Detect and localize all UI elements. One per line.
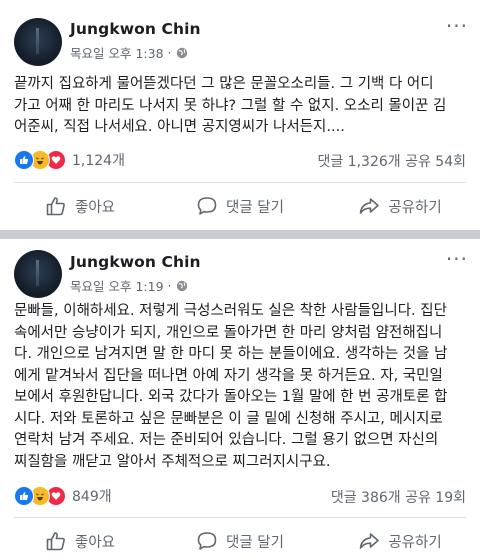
like-label: 좋아요 (74, 534, 116, 551)
post-text-line: 어준씨, 직접 나서세요. 아니면 공지영씨가 나서든지.... (14, 119, 345, 135)
like-reaction-icon (14, 150, 34, 170)
post-text: 끝까지 집요하게 물어뜯겠다던 그 많은 문꼴오소리들. 그 기백 다 어디 가… (14, 74, 468, 139)
comment-button[interactable]: 댓글 달기 (160, 527, 320, 555)
reactions-summary[interactable]: 849개 (14, 486, 112, 506)
like-button[interactable]: 좋아요 (0, 192, 160, 220)
like-reaction-icon (14, 486, 34, 506)
post-timestamp[interactable]: 목요일 오후 1:38 (70, 43, 164, 62)
post-text-line: 시다. 저와 토론하고 싶은 문빠분은 이 글 밑에 신청해 주시고, 메시지로 (14, 410, 443, 427)
post-text-line: 끝까지 집요하게 물어뜯겠다던 그 많은 문꼴오소리들. 그 기백 다 어디 (14, 76, 434, 92)
divider (14, 182, 466, 183)
share-button[interactable]: 공유하기 (320, 192, 480, 220)
author-name[interactable]: Jungkwon Chin (70, 20, 201, 38)
share-button[interactable]: 공유하기 (320, 527, 480, 555)
avatar[interactable] (14, 18, 62, 66)
comment-label: 댓글 달기 (226, 534, 284, 551)
comment-button[interactable]: 댓글 달기 (160, 192, 320, 220)
share-label: 공유하기 (388, 199, 442, 216)
post-timestamp[interactable]: 목요일 오후 1:19 (70, 276, 164, 295)
post-text-line: 다. 개인으로 남겨지면 말 한 마디 못 하는 분들이에요. 생각하는 것을 … (14, 346, 448, 362)
post-text-line: 문빠들, 이해하세요. 저렇게 극성스러워도 실은 착한 사람들입니다. 집단 (14, 303, 447, 319)
reaction-count: 849개 (72, 489, 112, 505)
action-bar: 좋아요 댓글 달기 공유하기 (0, 527, 480, 555)
thumbs-up-icon (46, 197, 65, 216)
post-meta: 목요일 오후 1:38 · (70, 43, 188, 62)
share-icon (360, 198, 380, 214)
more-options-button[interactable]: ··· (446, 247, 468, 271)
post-text-line: 가고 어째 한 마리도 나서지 못 하냐? 그럴 할 수 없지. 오소리 몰이꾼… (14, 97, 447, 114)
avatar[interactable] (14, 250, 62, 298)
post-text-line: 에게 맡겨놔서 집단을 떠나면 아예 자기 생각을 못 하거든요. 자, 국민일 (14, 367, 443, 384)
more-options-button[interactable]: ··· (446, 14, 468, 38)
globe-icon (176, 47, 187, 58)
like-label: 좋아요 (74, 199, 116, 216)
divider (14, 517, 466, 518)
share-icon (360, 533, 380, 549)
comment-icon (197, 197, 217, 215)
post-stats[interactable]: 댓글 386개 공유 19회 (331, 487, 466, 507)
post-text-line: 보에서 후원한답니다. 외국 갔다가 돌아오는 1월 말에 한 번 공개토론 합 (14, 389, 448, 405)
comment-icon (197, 532, 217, 550)
like-button[interactable]: 좋아요 (0, 527, 160, 555)
post-text-line: 연락처 남겨 주세요. 저는 준비되어 있습니다. 그럴 용기 없으면 자신의 (14, 432, 439, 448)
globe-icon (176, 280, 187, 291)
reactions-summary[interactable]: 1,124개 (14, 150, 125, 170)
share-label: 공유하기 (388, 534, 442, 551)
post-text-line: 속에서만 승냥이가 되지, 개인으로 돌아가면 한 마리 양처럼 얌전해집니 (14, 324, 443, 341)
author-name[interactable]: Jungkwon Chin (70, 253, 201, 271)
reaction-count: 1,124개 (72, 153, 125, 169)
post-stats[interactable]: 댓글 1,326개 공유 54회 (317, 151, 466, 171)
post-meta: 목요일 오후 1:19 · (70, 276, 188, 295)
post-text-line: 찌질함을 깨닫고 알아서 주체적으로 찌그러지시구요. (14, 453, 331, 470)
thumbs-up-icon (46, 532, 65, 551)
post-card: Jungkwon Chin 목요일 오후 1:38 · ··· 끝까지 집요하게… (0, 0, 480, 230)
comment-label: 댓글 달기 (226, 199, 284, 216)
post-card: Jungkwon Chin 목요일 오후 1:19 · ··· 문빠들, 이해하… (0, 239, 480, 560)
post-text: 문빠들, 이해하세요. 저렇게 극성스러워도 실은 착한 사람들입니다. 집단 … (14, 301, 468, 473)
action-bar: 좋아요 댓글 달기 공유하기 (0, 192, 480, 220)
